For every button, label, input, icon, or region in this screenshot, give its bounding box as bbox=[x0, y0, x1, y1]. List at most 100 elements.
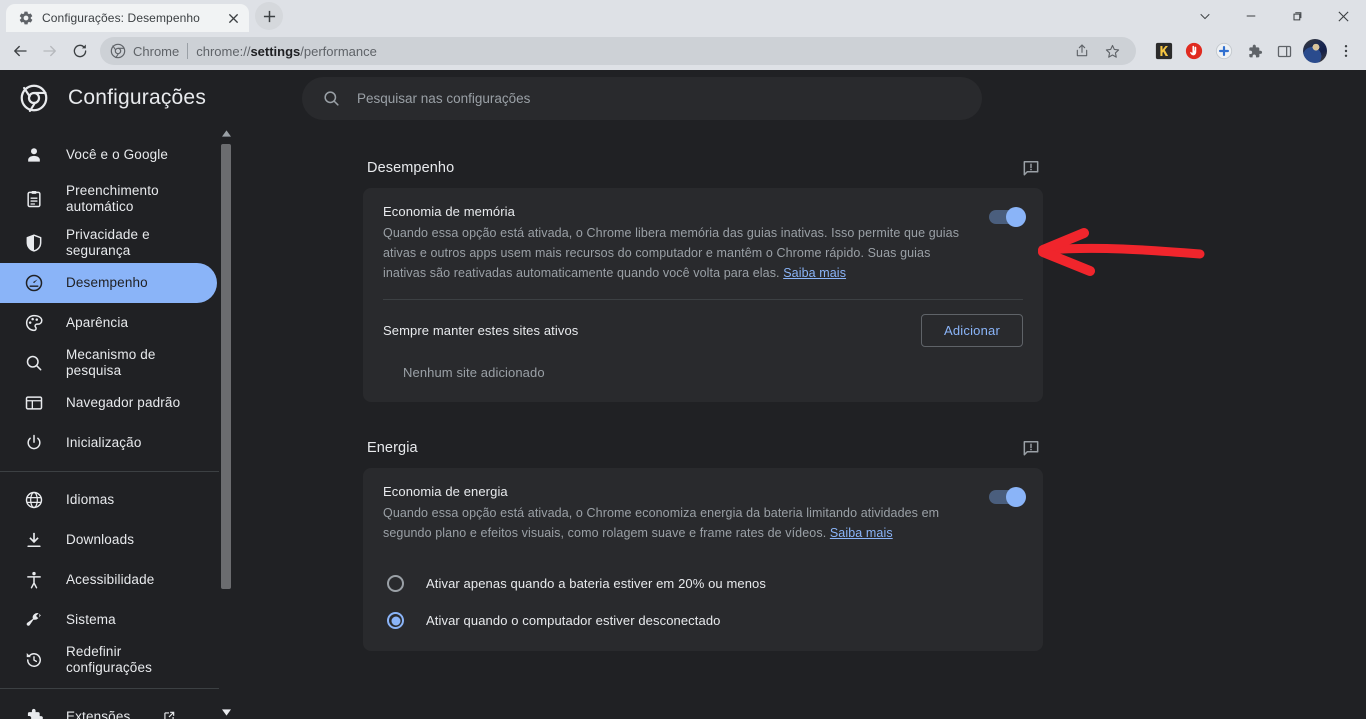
avatar[interactable] bbox=[1303, 39, 1327, 63]
energy-saver-toggle[interactable] bbox=[989, 487, 1026, 507]
search-icon bbox=[26, 355, 42, 371]
energy-saver-description: Quando essa opção está ativada, o Chrome… bbox=[383, 503, 973, 543]
sidebar-item-label: Desempenho bbox=[66, 274, 148, 290]
puzzle-icon bbox=[1248, 44, 1262, 57]
wrench-icon bbox=[26, 613, 41, 626]
person-icon bbox=[28, 148, 40, 162]
feedback-icon[interactable] bbox=[1021, 438, 1041, 458]
sidebar-item-label: Downloads bbox=[66, 531, 135, 547]
sidebar-item-mecanismo-de-pesquisa[interactable]: Mecanismo de pesquisa bbox=[0, 343, 217, 383]
adblock-icon bbox=[1185, 42, 1203, 60]
forward-button[interactable] bbox=[36, 37, 64, 65]
sidebar-group-advanced: Idiomas Downloads Acessibilidade Sistema… bbox=[0, 480, 233, 680]
radio-unplugged[interactable] bbox=[387, 612, 404, 629]
restore-button[interactable] bbox=[1274, 0, 1320, 32]
minimize-button[interactable] bbox=[1228, 0, 1274, 32]
tab-search-button[interactable] bbox=[1182, 0, 1228, 32]
kami-extension-icon[interactable] bbox=[1150, 37, 1178, 65]
search-input[interactable] bbox=[357, 90, 963, 106]
sidebar-item-navegador-padrao[interactable]: Navegador padrão bbox=[0, 383, 217, 423]
feedback-icon[interactable] bbox=[1021, 158, 1041, 178]
energy-option-battery-row[interactable]: Ativar apenas quando a bateria estiver e… bbox=[363, 565, 1043, 602]
side-panel-glyph-icon bbox=[1277, 45, 1291, 57]
energy-saver-learn-more-link[interactable]: Saiba mais bbox=[830, 526, 893, 540]
sidebar-item-downloads[interactable]: Downloads bbox=[0, 520, 217, 560]
bookmark-button[interactable] bbox=[1098, 37, 1126, 65]
energy-section-title: Energia bbox=[367, 440, 418, 456]
sidebar-item-label: Inicialização bbox=[66, 434, 142, 450]
close-icon bbox=[228, 13, 238, 23]
energy-saver-card: Economia de energia Quando essa opção es… bbox=[363, 468, 1043, 651]
sidebar-item-desempenho[interactable]: Desempenho bbox=[0, 263, 217, 303]
chrome-logo-icon bbox=[20, 84, 48, 112]
external-link-icon bbox=[164, 711, 175, 719]
extensions-puzzle-icon[interactable] bbox=[1240, 37, 1268, 65]
radio-unplugged-label: Ativar quando o computador estiver desco… bbox=[426, 613, 721, 628]
window-controls bbox=[1182, 0, 1366, 32]
side-panel-icon[interactable] bbox=[1270, 37, 1298, 65]
sidebar-scrollbar[interactable] bbox=[219, 126, 233, 719]
close-button[interactable] bbox=[1320, 0, 1366, 32]
sidebar-item-acessibilidade[interactable]: Acessibilidade bbox=[0, 560, 217, 600]
sidebar-item-voce-e-o-google[interactable]: Você e o Google bbox=[0, 135, 217, 175]
omnibox-chip-label: Chrome bbox=[133, 43, 180, 59]
extension-icons bbox=[1144, 37, 1360, 65]
arrow-right-icon bbox=[43, 45, 56, 57]
radio-battery-label: Ativar apenas quando a bateria estiver e… bbox=[426, 576, 766, 591]
adblock-extension-icon[interactable] bbox=[1180, 37, 1208, 65]
tab-strip: Configurações: Desempenho bbox=[0, 0, 1366, 32]
scroll-down-arrow[interactable] bbox=[219, 705, 233, 719]
energy-option-unplugged-row[interactable]: Ativar quando o computador estiver desco… bbox=[363, 602, 1043, 639]
scroll-up-arrow[interactable] bbox=[219, 126, 233, 140]
browser-tab[interactable]: Configurações: Desempenho bbox=[6, 4, 249, 32]
energy-saver-row: Economia de energia Quando essa opção es… bbox=[363, 468, 1043, 559]
url-bold: settings bbox=[250, 43, 301, 59]
sidebar-item-preenchimento-automatico[interactable]: Preenchimento automático bbox=[0, 175, 217, 223]
arrow-left-icon bbox=[14, 45, 27, 57]
scrollbar-track[interactable] bbox=[219, 140, 233, 705]
sidebar-item-extensoes[interactable]: Extensões bbox=[0, 697, 217, 719]
sidebar-item-inicializacao[interactable]: Inicialização bbox=[0, 423, 217, 463]
reload-button[interactable] bbox=[66, 37, 94, 65]
always-active-sites-row: Sempre manter estes sites ativos Adicion… bbox=[363, 300, 1043, 359]
add-site-button[interactable]: Adicionar bbox=[921, 314, 1023, 347]
chrome-icon bbox=[110, 43, 126, 59]
search-icon bbox=[324, 90, 339, 106]
memory-saver-learn-more-link[interactable]: Saiba mais bbox=[783, 266, 846, 280]
omnibox-url: chrome://settings/performance bbox=[196, 44, 377, 59]
sidebar-item-label: Sistema bbox=[66, 611, 116, 627]
power-icon bbox=[27, 434, 41, 450]
memory-saver-toggle[interactable] bbox=[989, 207, 1026, 227]
url-prefix: chrome:// bbox=[196, 43, 251, 59]
caret-down-icon bbox=[221, 708, 231, 716]
sidebar-item-idiomas[interactable]: Idiomas bbox=[0, 480, 217, 520]
download-icon bbox=[27, 532, 41, 548]
star-icon bbox=[1105, 44, 1119, 58]
puzzle-icon bbox=[27, 708, 43, 719]
new-tab-button[interactable] bbox=[255, 2, 283, 30]
sidebar-item-label: Redefinir configurações bbox=[66, 643, 153, 675]
sidebar-item-redefinir-configuracoes[interactable]: Redefinir configurações bbox=[0, 640, 217, 680]
sidebar-item-privacidade-e-seguranca[interactable]: Privacidade e segurança bbox=[0, 223, 217, 263]
sidebar-item-label: Idiomas bbox=[66, 491, 115, 507]
radio-battery-20-percent[interactable] bbox=[387, 575, 404, 592]
accessibility-icon bbox=[27, 571, 41, 589]
palette-icon bbox=[25, 314, 43, 332]
sidebar-item-sistema[interactable]: Sistema bbox=[0, 600, 217, 640]
globe-icon bbox=[25, 491, 43, 509]
restore-icon bbox=[1293, 12, 1302, 21]
browser-icon bbox=[25, 396, 43, 410]
share-button[interactable] bbox=[1068, 37, 1096, 65]
chrome-menu-button[interactable] bbox=[1332, 37, 1360, 65]
sidebar-item-aparencia[interactable]: Aparência bbox=[0, 303, 217, 343]
kebab-menu-icon bbox=[1344, 45, 1348, 57]
memory-saver-text: Economia de memória Quando essa opção es… bbox=[383, 204, 973, 283]
performance-section-title: Desempenho bbox=[367, 160, 455, 176]
address-bar[interactable]: Chrome chrome://settings/performance bbox=[100, 37, 1136, 65]
scrollbar-thumb[interactable] bbox=[221, 144, 231, 589]
settings-search-bar[interactable] bbox=[302, 76, 983, 120]
add-extension-icon[interactable] bbox=[1210, 37, 1238, 65]
tab-close-icon[interactable] bbox=[225, 10, 241, 26]
back-button[interactable] bbox=[6, 37, 34, 65]
sidebar-item-label: Extensões bbox=[66, 708, 131, 719]
